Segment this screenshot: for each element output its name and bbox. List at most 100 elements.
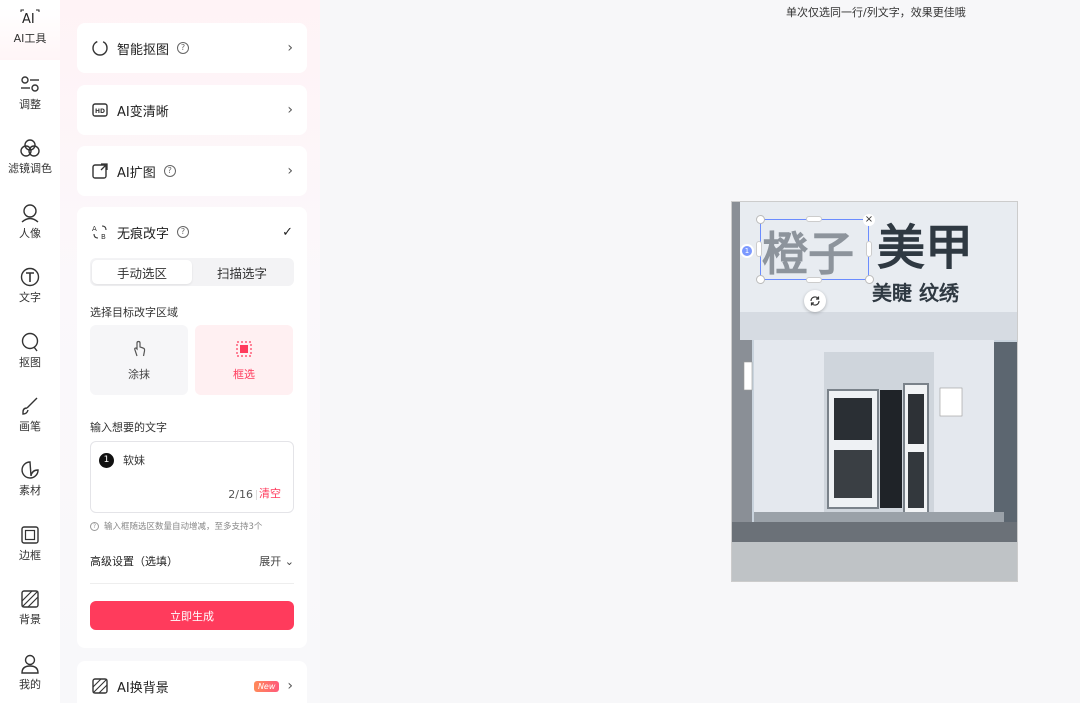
portrait-icon: [21, 204, 39, 223]
ai-enhance-row[interactable]: HD AI变清晰 ›: [77, 85, 307, 135]
svg-text:HD: HD: [95, 108, 105, 115]
rail-item-portrait[interactable]: 人像: [0, 203, 60, 241]
ai-enhance-label: AI变清晰: [117, 104, 169, 120]
rail-label: 边框: [19, 549, 41, 562]
rail-label: 调整: [19, 98, 41, 111]
resize-handle[interactable]: [806, 277, 822, 283]
mode-smear-label: 涂抹: [128, 368, 150, 381]
divider: [256, 490, 257, 500]
svg-text:美甲: 美甲: [877, 220, 973, 276]
ai-expand-label: AI扩图: [117, 165, 156, 181]
help-icon[interactable]: ?: [177, 226, 190, 238]
selection-index-badge: 1: [740, 244, 754, 258]
canvas-tip: 单次仅选同一行/列文字，效果更佳哦: [786, 6, 966, 19]
chevron-down-icon: ⌄: [284, 555, 294, 568]
resize-handle[interactable]: [865, 275, 874, 284]
input-text-label: 输入想要的文字: [90, 421, 167, 434]
resize-handle[interactable]: [806, 216, 822, 222]
user-icon: [21, 654, 39, 674]
ai-background-icon: [91, 677, 109, 695]
rotate-button[interactable]: [804, 290, 826, 312]
selection-mode-tabs: 手动选区 扫描选字: [90, 258, 294, 286]
rail-label: AI工具: [13, 32, 47, 45]
resize-handle[interactable]: [756, 241, 762, 257]
help-icon[interactable]: ?: [177, 42, 190, 54]
rail-label: 背景: [19, 613, 41, 626]
advanced-settings-row[interactable]: 高级设置（选填） 展开 ⌄: [90, 553, 294, 569]
rail-item-mine[interactable]: 我的: [0, 654, 60, 692]
mode-box-button[interactable]: 框选: [195, 325, 293, 395]
smart-cutout-label: 智能抠图: [117, 42, 170, 58]
chevron-right-icon: ›: [287, 678, 293, 694]
svg-text:A: A: [92, 225, 97, 233]
text-removal-card: AB 无痕改字 ? ✓ 手动选区 扫描选字 选择目标改字区域 涂抹 框选 输入想…: [77, 207, 307, 648]
replacement-text-input[interactable]: [123, 451, 273, 469]
close-icon[interactable]: ×: [863, 214, 875, 226]
ai-background-row[interactable]: AI换背景 New ›: [77, 661, 307, 703]
hint-text: 输入框随选区数量自动增减，至多支持3个: [104, 522, 263, 532]
smart-cutout-row[interactable]: 智能抠图 ? ›: [77, 23, 307, 73]
resize-handle[interactable]: [866, 241, 872, 257]
advanced-settings-label: 高级设置（选填）: [90, 555, 178, 568]
adjust-icon: [21, 76, 39, 92]
text-icon: [20, 267, 40, 287]
filter-icon: [20, 139, 40, 157]
ai-tools-icon: AI: [20, 9, 40, 27]
left-rail: AI AI工具 调整 滤镜调色 人像 文字 抠图 画笔 素材 边框 背景 我的: [0, 0, 60, 703]
tool-panel: 智能抠图 ? › HD AI变清晰 › AI扩图 ? › AB 无痕改字 ? ✓…: [60, 0, 320, 703]
refresh-icon: [810, 296, 820, 306]
smart-cutout-icon: [91, 39, 109, 57]
ai-expand-row[interactable]: AI扩图 ? ›: [77, 146, 307, 196]
input-index-badge: 1: [99, 453, 114, 468]
expand-toggle[interactable]: 展开 ⌄: [259, 553, 294, 569]
rail-item-sticker[interactable]: 素材: [0, 460, 60, 498]
text-selection-box[interactable]: [760, 219, 869, 280]
select-area-label: 选择目标改字区域: [90, 306, 178, 319]
chevron-right-icon: ›: [287, 40, 293, 56]
svg-text:美睫 纹绣: 美睫 纹绣: [872, 281, 960, 305]
finger-icon: [134, 340, 146, 357]
rail-item-ai-tools[interactable]: AI AI工具: [0, 8, 60, 60]
rail-label: 素材: [19, 484, 41, 497]
rail-item-cutout[interactable]: 抠图: [0, 332, 60, 370]
text-removal-header[interactable]: AB 无痕改字 ? ✓: [77, 207, 307, 257]
rail-item-background[interactable]: 背景: [0, 589, 60, 627]
cutout-icon: [21, 332, 39, 352]
svg-text:B: B: [101, 233, 106, 241]
box-select-icon: [236, 341, 252, 357]
ai-background-label: AI换背景: [117, 680, 169, 696]
chevron-right-icon: ›: [287, 102, 293, 118]
mode-box-label: 框选: [233, 368, 255, 381]
resize-handle[interactable]: [756, 275, 765, 284]
resize-handle[interactable]: [756, 215, 765, 224]
rail-item-brush[interactable]: 画笔: [0, 396, 60, 434]
rail-label: 人像: [19, 227, 41, 240]
tab-scan-select[interactable]: 扫描选字: [192, 260, 292, 284]
help-icon[interactable]: ?: [163, 165, 176, 177]
rail-item-frame[interactable]: 边框: [0, 525, 60, 563]
brush-icon: [22, 397, 38, 415]
replacement-text-box: 1 2/16 清空: [90, 441, 294, 513]
generate-button[interactable]: 立即生成: [90, 601, 294, 630]
expand-icon: [91, 162, 109, 180]
mode-smear-button[interactable]: 涂抹: [90, 325, 188, 395]
frame-icon: [21, 526, 39, 544]
clear-button[interactable]: 清空: [259, 485, 281, 501]
rail-label: 我的: [19, 678, 41, 691]
info-icon: ?: [90, 521, 99, 531]
chevron-right-icon: ›: [287, 163, 293, 179]
rail-label: 抠图: [19, 356, 41, 369]
rail-label: 滤镜调色: [8, 162, 52, 175]
svg-text:AI: AI: [22, 12, 35, 27]
char-count: 2/16: [228, 488, 253, 501]
divider: [90, 583, 294, 584]
rail-item-adjust[interactable]: 调整: [0, 74, 60, 112]
text-swap-icon: AB: [91, 223, 109, 241]
sticker-icon: [21, 461, 39, 479]
input-hint: ? 输入框随选区数量自动增减，至多支持3个: [90, 520, 262, 532]
tab-manual-select[interactable]: 手动选区: [92, 260, 192, 284]
rail-item-text[interactable]: 文字: [0, 267, 60, 305]
background-icon: [21, 590, 39, 608]
rail-item-filter[interactable]: 滤镜调色: [0, 138, 60, 176]
text-removal-label: 无痕改字: [117, 226, 170, 242]
